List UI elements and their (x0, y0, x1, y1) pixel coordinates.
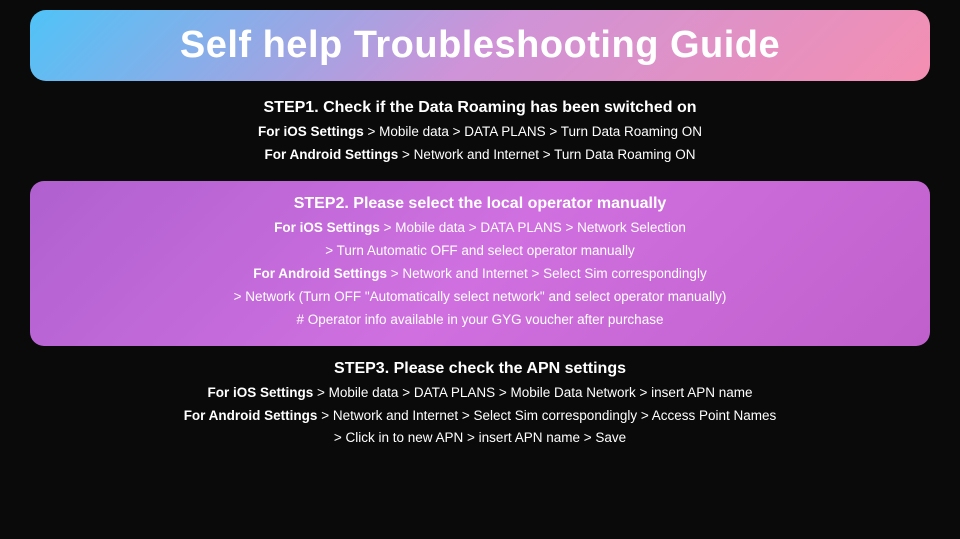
step1-ios-rest: > Mobile data > DATA PLANS > Turn Data R… (364, 124, 702, 139)
step1-android-rest: > Network and Internet > Turn Data Roami… (398, 147, 695, 162)
step3-line2: For Android Settings > Network and Inter… (30, 405, 930, 428)
step2-ios-rest: > Mobile data > DATA PLANS > Network Sel… (380, 220, 686, 235)
step2-title: STEP2. Please select the local operator … (50, 195, 910, 213)
step3-section: STEP3. Please check the APN settings For… (30, 360, 930, 451)
step1-line2: For Android Settings > Network and Inter… (30, 144, 930, 167)
step2-section: STEP2. Please select the local operator … (30, 181, 930, 346)
step1-section: STEP1. Check if the Data Roaming has bee… (30, 99, 930, 167)
title-box: Self help Troubleshooting Guide (30, 10, 930, 81)
step2-android-label: For Android Settings (253, 266, 387, 281)
step2-line4: > Network (Turn OFF "Automatically selec… (50, 286, 910, 309)
step3-line3: > Click in to new APN > insert APN name … (30, 427, 930, 450)
step3-android-label: For Android Settings (184, 408, 318, 423)
step1-line1: For iOS Settings > Mobile data > DATA PL… (30, 121, 930, 144)
step2-android-rest: > Network and Internet > Select Sim corr… (387, 266, 707, 281)
step3-android-rest: > Network and Internet > Select Sim corr… (317, 408, 776, 423)
step2-line2: > Turn Automatic OFF and select operator… (50, 240, 910, 263)
step3-ios-rest: > Mobile data > DATA PLANS > Mobile Data… (313, 385, 752, 400)
step2-line5: # Operator info available in your GYG vo… (50, 309, 910, 332)
step1-ios-label: For iOS Settings (258, 124, 364, 139)
page-title: Self help Troubleshooting Guide (180, 24, 780, 66)
step2-line3: For Android Settings > Network and Inter… (50, 263, 910, 286)
step2-line1: For iOS Settings > Mobile data > DATA PL… (50, 217, 910, 240)
step1-android-label: For Android Settings (265, 147, 399, 162)
step3-line1: For iOS Settings > Mobile data > DATA PL… (30, 382, 930, 405)
step1-title: STEP1. Check if the Data Roaming has bee… (30, 99, 930, 117)
step3-title: STEP3. Please check the APN settings (30, 360, 930, 378)
step3-ios-label: For iOS Settings (208, 385, 314, 400)
step2-ios-label: For iOS Settings (274, 220, 380, 235)
